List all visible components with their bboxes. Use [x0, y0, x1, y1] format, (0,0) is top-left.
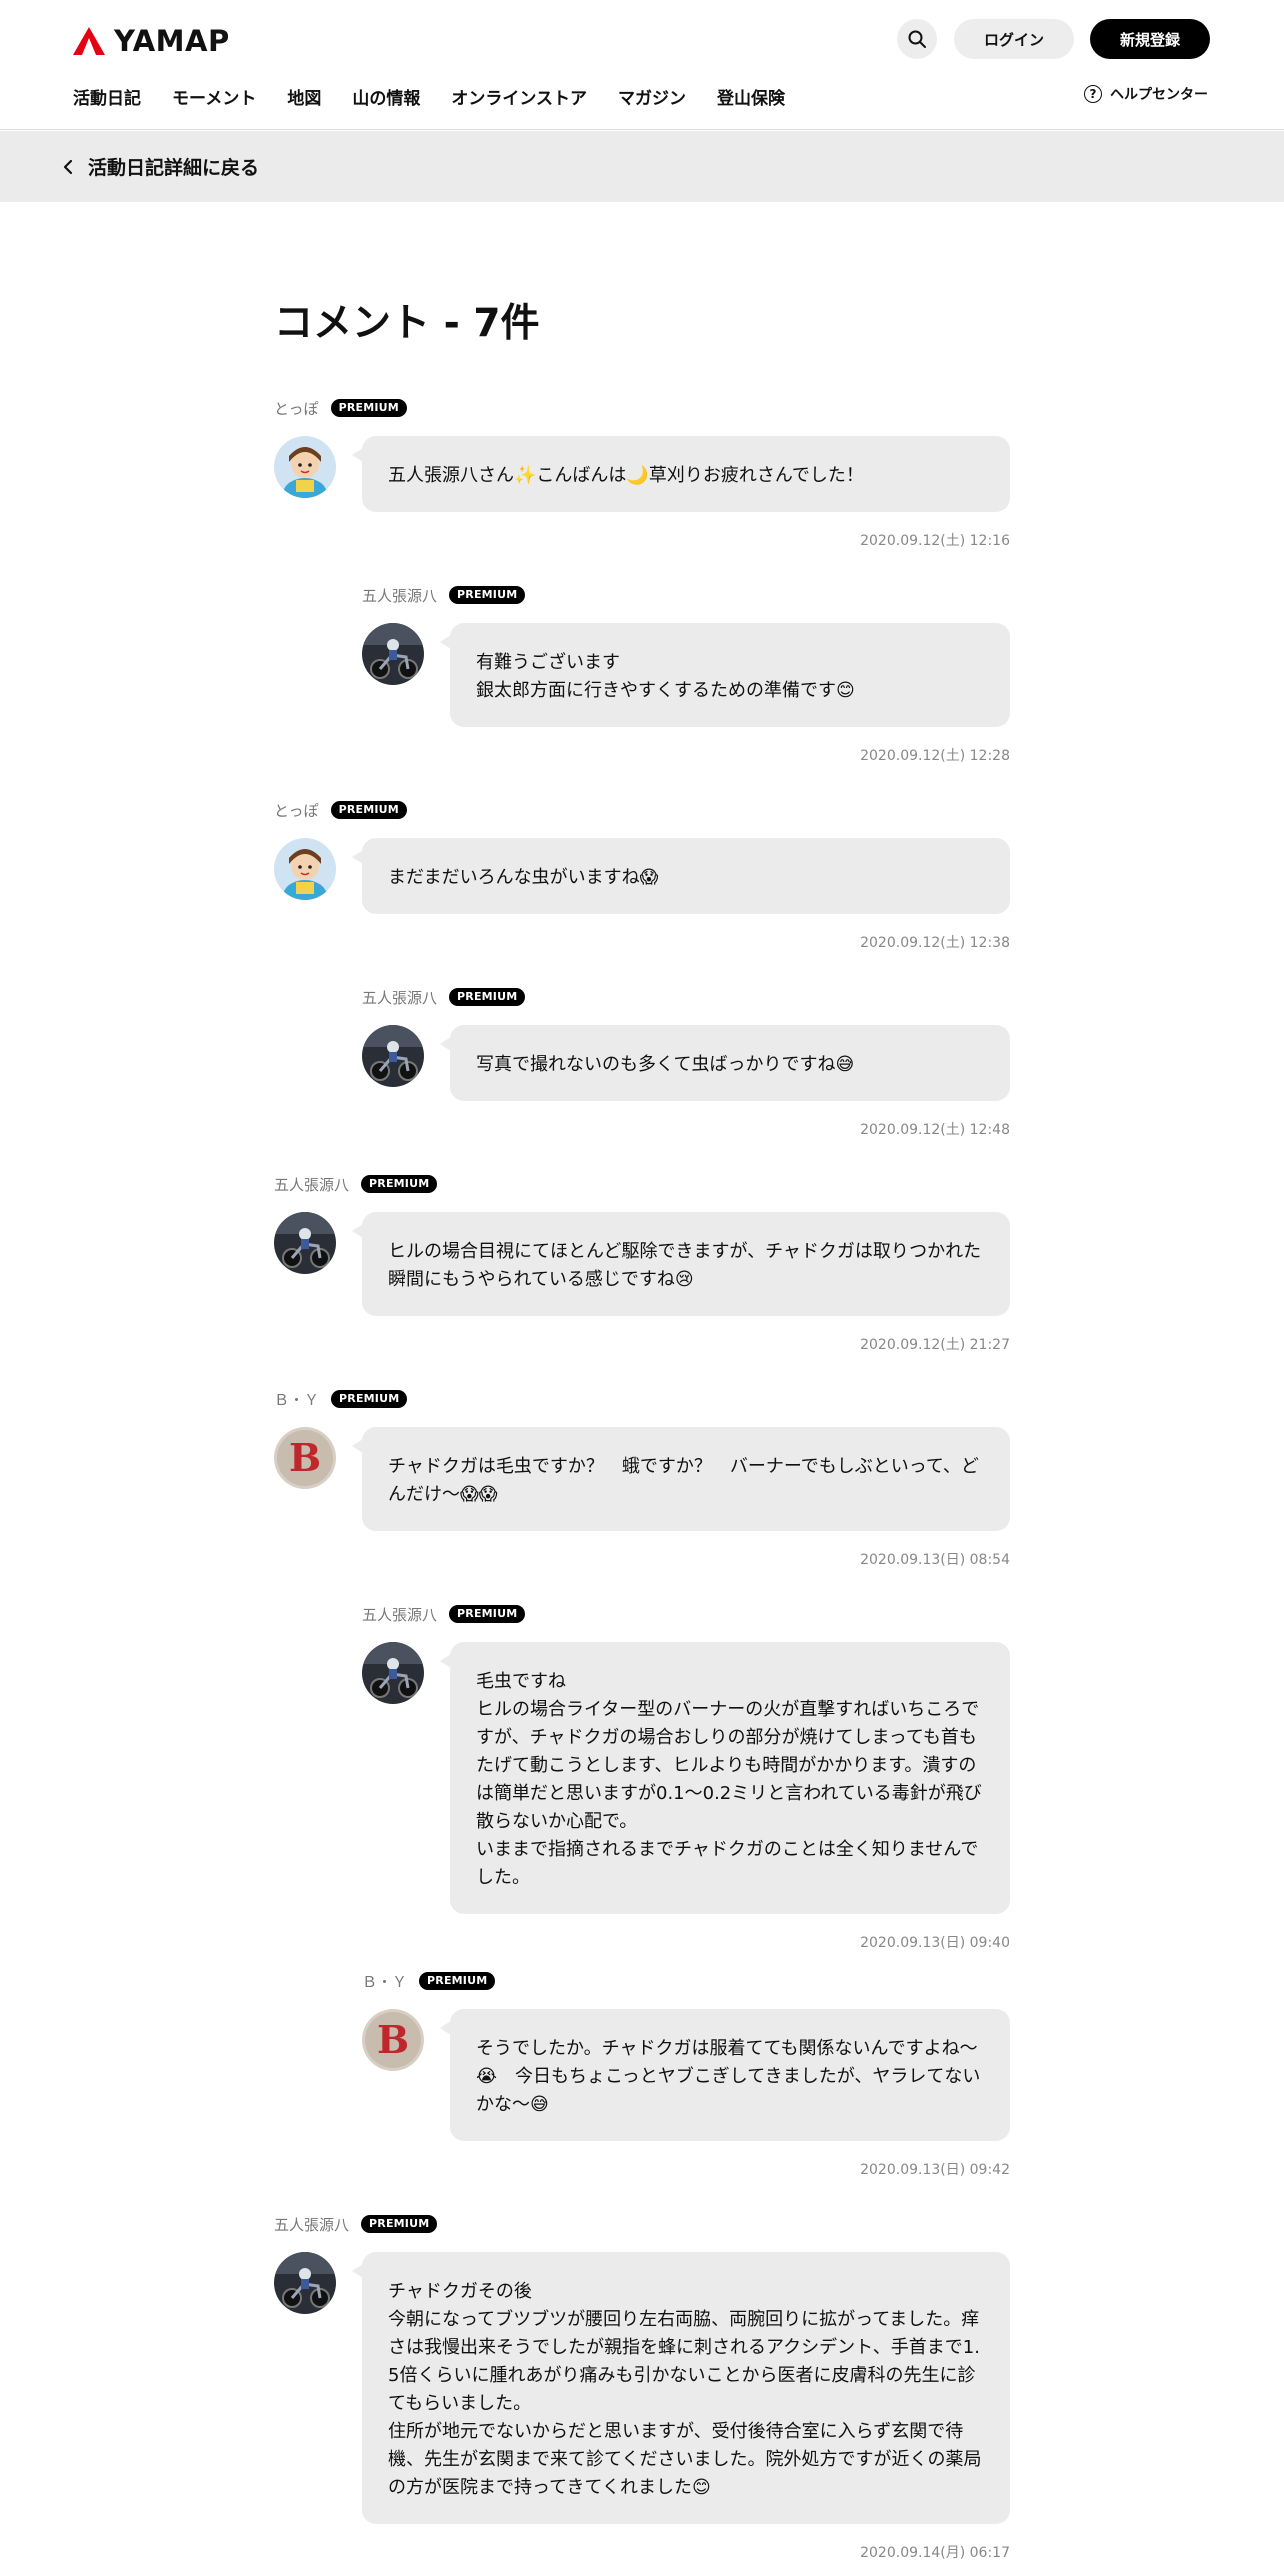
comment-header: とっぽ PREMIUM	[274, 800, 407, 820]
main-nav: 活動日記 モーメント 地図 山の情報 オンラインストア マガジン 登山保険	[73, 84, 785, 109]
letter-b-avatar-image: B	[274, 1427, 336, 1489]
comment-header: とっぽ PREMIUM	[274, 398, 407, 418]
comment-text: 毛虫ですね ヒルの場合ライター型のバーナーの火が直撃すればいちころですが、チャド…	[440, 1642, 1010, 1914]
comment-date: 2020.09.12(土) 12:16	[860, 533, 1010, 549]
motorcycle-rider-avatar-image	[362, 1642, 424, 1704]
comment-author-name[interactable]: 五人張源八	[274, 1174, 349, 1195]
comment-date: 2020.09.14(月) 06:17	[860, 2545, 1010, 2561]
premium-badge: PREMIUM	[449, 988, 526, 1006]
premium-badge: PREMIUM	[330, 399, 407, 417]
comment-author-name[interactable]: 五人張源八	[362, 585, 437, 606]
signup-button[interactable]: 新規登録	[1090, 19, 1210, 59]
premium-badge: PREMIUM	[361, 2215, 438, 2233]
motorcycle-rider-avatar-image	[274, 2252, 336, 2314]
avatar[interactable]	[362, 1025, 424, 1087]
chevron-left-icon	[63, 159, 73, 174]
reply-comment: 五人張源八 PREMIUM 毛虫ですね ヒルの場合ライター型のバーナーの火が直撃すれ…	[362, 1604, 1010, 1954]
login-button[interactable]: ログイン	[954, 19, 1074, 59]
nav-item-online-store[interactable]: オンラインストア	[451, 84, 587, 109]
comment-text: 写真で撮れないのも多くて虫ばっかりですね😅	[440, 1025, 1010, 1101]
comment-text: チャドクガは毛虫ですか？ 蛾ですか？ バーナーでもしぶといって、どんだけ〜😱😱	[352, 1427, 1010, 1531]
search-button[interactable]	[897, 19, 937, 59]
nav-item-magazine[interactable]: マガジン	[618, 84, 686, 109]
comment: 五人張源八 PREMIUM チャドクガその後 今朝になってブツブツが腰回り左右両脇、…	[274, 2214, 1010, 2564]
back-bar: 活動日記詳細に戻る	[0, 131, 1284, 202]
mountain-logo-icon	[73, 27, 105, 55]
comment-header: 五人張源八 PREMIUM	[274, 2214, 438, 2235]
comment-text: 有難うございます 銀太郎方面に行きやすくするための準備です😊	[440, 623, 1010, 727]
back-label: 活動日記詳細に戻る	[88, 157, 260, 179]
comment-header: 五人張源八 PREMIUM	[362, 585, 526, 606]
nav-item-insurance[interactable]: 登山保険	[717, 84, 785, 109]
nav-item-moment[interactable]: モーメント	[172, 84, 256, 109]
comment-date: 2020.09.12(土) 12:48	[860, 1122, 1010, 1138]
comment-header: Ｂ・Ｙ PREMIUM	[362, 1971, 496, 1992]
avatar[interactable]	[274, 1212, 336, 1274]
comment-header: 五人張源八 PREMIUM	[362, 1604, 526, 1625]
comment-date: 2020.09.12(土) 12:28	[860, 748, 1010, 764]
comment-date: 2020.09.13(日) 09:42	[860, 2162, 1010, 2178]
comment-header: Ｂ・Ｙ PREMIUM	[274, 1389, 408, 1410]
comment-author-name[interactable]: とっぽ	[274, 398, 319, 419]
avatar[interactable]	[362, 623, 424, 685]
avatar[interactable]: B	[274, 1427, 336, 1489]
premium-badge: PREMIUM	[361, 1175, 438, 1193]
motorcycle-rider-avatar-image	[274, 1212, 336, 1274]
comment-date: 2020.09.12(土) 21:27	[860, 1337, 1010, 1353]
comment-text: 五人張源八さん✨こんばんは🌙草刈りお疲れさんでした！	[352, 436, 1010, 512]
comment-author-name[interactable]: 五人張源八	[362, 987, 437, 1008]
comment: とっぽ PREMIUM 五人張源八さん✨こんばんは🌙草刈りお疲れさんでした！ 2020…	[274, 398, 1010, 552]
help-center-link[interactable]: ? ヘルプセンター	[1084, 84, 1208, 104]
premium-badge: PREMIUM	[419, 1972, 496, 1990]
premium-badge: PREMIUM	[449, 586, 526, 604]
cartoon-hiker-avatar-image	[274, 838, 336, 900]
premium-badge: PREMIUM	[330, 801, 407, 819]
svg-text:B: B	[289, 1435, 321, 1480]
nav-item-mountain-info[interactable]: 山の情報	[352, 84, 420, 109]
avatar[interactable]	[274, 436, 336, 498]
reply-comment: 五人張源八 PREMIUM 写真で撮れないのも多くて虫ばっかりですね😅 2020.09…	[362, 987, 1010, 1141]
comment-date: 2020.09.13(日) 08:54	[860, 1552, 1010, 1568]
letter-b-avatar-image: B	[362, 2009, 424, 2071]
search-icon	[908, 30, 926, 48]
reply-comment: Ｂ・Ｙ PREMIUM B そうでしたか。チャドクガは服着てても関係ないんですよね〜😭…	[362, 1971, 1010, 2181]
back-link[interactable]: 活動日記詳細に戻る	[62, 153, 259, 180]
logo-text: YAMAP	[114, 24, 230, 58]
comment-text: チャドクガその後 今朝になってブツブツが腰回り左右両脇、両腕回りに拡がってました…	[352, 2252, 1010, 2524]
nav-item-map[interactable]: 地図	[287, 84, 321, 109]
comment-author-name[interactable]: 五人張源八	[362, 1604, 437, 1625]
help-icon: ?	[1084, 85, 1102, 103]
comment-header: 五人張源八 PREMIUM	[362, 987, 526, 1008]
motorcycle-rider-avatar-image	[362, 1025, 424, 1087]
svg-text:B: B	[377, 2017, 409, 2062]
comment-author-name[interactable]: Ｂ・Ｙ	[362, 1971, 407, 1992]
avatar[interactable]	[274, 838, 336, 900]
comment: Ｂ・Ｙ PREMIUM B チャドクガは毛虫ですか？ 蛾ですか？ バーナーでもしぶとい…	[274, 1389, 1010, 1571]
cartoon-hiker-avatar-image	[274, 436, 336, 498]
reply-comment: 五人張源八 PREMIUM 有難うございます 銀太郎方面に行きやすくするための準備で…	[362, 585, 1010, 767]
nav-item-activity-diary[interactable]: 活動日記	[73, 84, 141, 109]
avatar[interactable]	[362, 1642, 424, 1704]
comment-text: そうでしたか。チャドクガは服着てても関係ないんですよね〜😭 今日もちょこっとヤブ…	[440, 2009, 1010, 2141]
comment-author-name[interactable]: 五人張源八	[274, 2214, 349, 2235]
comment-date: 2020.09.12(土) 12:38	[860, 935, 1010, 951]
comment: 五人張源八 PREMIUM ヒルの場合目視にてほとんど駆除できますが、チャドクガは取…	[274, 1174, 1010, 1356]
site-header: YAMAP ログイン 新規登録 活動日記 モーメント 地図 山の情報 オンライン…	[0, 0, 1284, 130]
help-center-label: ヘルプセンター	[1110, 87, 1208, 103]
yamap-logo[interactable]: YAMAP	[72, 24, 230, 58]
avatar[interactable]: B	[362, 2009, 424, 2071]
comment-text: ヒルの場合目視にてほとんど駆除できますが、チャドクガは取りつかれた瞬間にもうやら…	[352, 1212, 1010, 1316]
comment-date: 2020.09.13(日) 09:40	[860, 1935, 1010, 1951]
comment-author-name[interactable]: Ｂ・Ｙ	[274, 1389, 319, 1410]
premium-badge: PREMIUM	[449, 1605, 526, 1623]
motorcycle-rider-avatar-image	[362, 623, 424, 685]
page-title: コメント - 7件	[274, 301, 540, 346]
comment-author-name[interactable]: とっぽ	[274, 800, 319, 821]
comment: とっぽ PREMIUM まだまだいろんな虫がいますね😱 2020.09.12(土) 1…	[274, 800, 1010, 954]
comment-header: 五人張源八 PREMIUM	[274, 1174, 438, 1195]
avatar[interactable]	[274, 2252, 336, 2314]
comment-text: まだまだいろんな虫がいますね😱	[352, 838, 1010, 914]
premium-badge: PREMIUM	[331, 1390, 408, 1408]
